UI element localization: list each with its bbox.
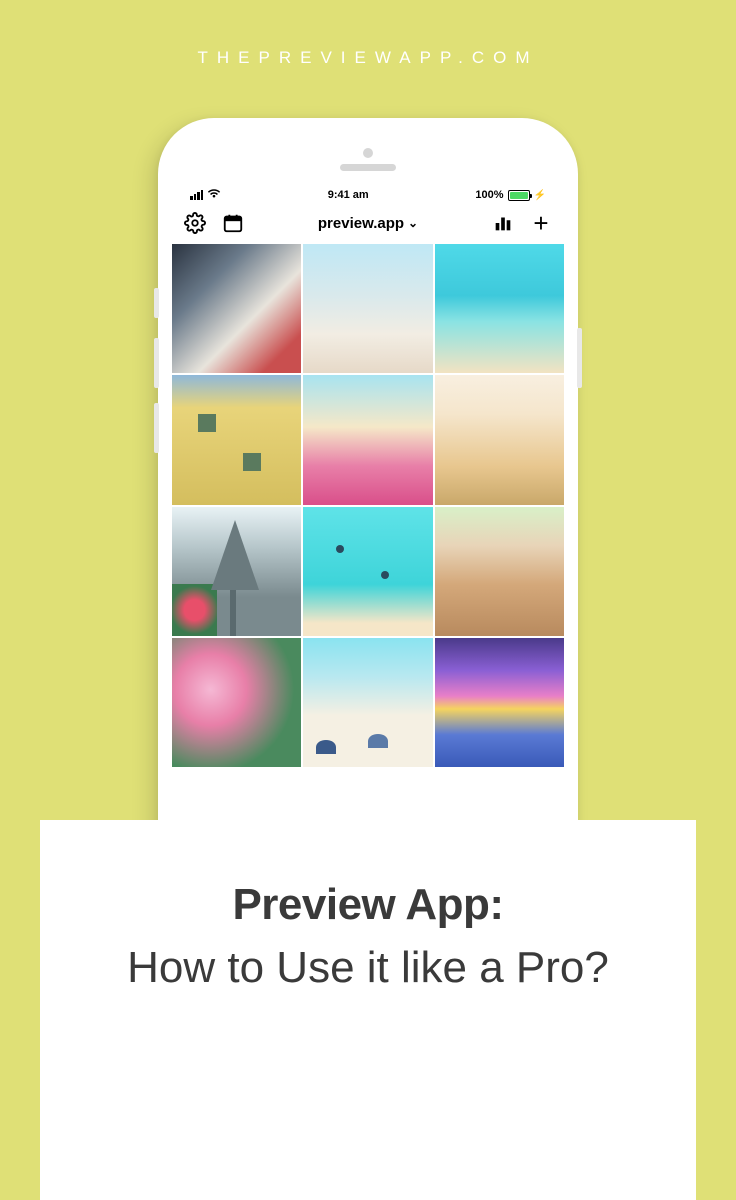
signal-icon (190, 190, 203, 200)
caption-subtitle: How to Use it like a Pro? (90, 940, 646, 995)
grid-tile[interactable] (435, 638, 564, 767)
phone-mute-switch (154, 288, 159, 318)
phone-volume-up (154, 338, 159, 388)
battery-icon (508, 190, 530, 201)
plus-icon: + (533, 210, 548, 236)
grid-tile[interactable] (435, 507, 564, 636)
grid-tile[interactable] (172, 244, 301, 373)
grid-tile[interactable] (172, 638, 301, 767)
app-toolbar: preview.app ⌄ + (172, 206, 564, 244)
wifi-icon (207, 188, 221, 202)
status-time: 9:41 am (328, 189, 369, 201)
caption-card: Preview App: How to Use it like a Pro? (40, 820, 696, 1200)
grid-tile[interactable] (303, 244, 432, 373)
grid-tile[interactable] (435, 375, 564, 504)
account-name: preview.app (318, 215, 404, 232)
feed-grid (172, 244, 564, 767)
grid-tile[interactable] (303, 507, 432, 636)
settings-button[interactable] (184, 212, 206, 234)
chevron-down-icon: ⌄ (408, 216, 418, 230)
account-switcher[interactable]: preview.app ⌄ (318, 215, 418, 232)
speaker-grille (340, 164, 396, 171)
phone-notch (172, 132, 564, 186)
grid-tile[interactable] (303, 375, 432, 504)
battery-percent: 100% (475, 189, 503, 201)
grid-tile[interactable] (172, 375, 301, 504)
grid-tile[interactable] (435, 244, 564, 373)
gear-icon (184, 212, 206, 234)
phone-mockup: 9:41 am 100% ⚡ preview.app ⌄ (158, 118, 578, 938)
caption-title: Preview App: (90, 880, 646, 930)
grid-tile[interactable] (172, 507, 301, 636)
add-button[interactable]: + (530, 212, 552, 234)
phone-power-button (577, 328, 582, 388)
calendar-button[interactable] (222, 212, 244, 234)
camera-dot (363, 148, 373, 158)
phone-volume-down (154, 403, 159, 453)
calendar-icon (222, 212, 244, 234)
status-bar: 9:41 am 100% ⚡ (172, 186, 564, 206)
analytics-button[interactable] (492, 212, 514, 234)
grid-tile[interactable] (303, 638, 432, 767)
charging-icon: ⚡ (534, 190, 546, 201)
bar-chart-icon (492, 212, 514, 234)
website-header: THEPREVIEWAPP.COM (0, 48, 736, 68)
